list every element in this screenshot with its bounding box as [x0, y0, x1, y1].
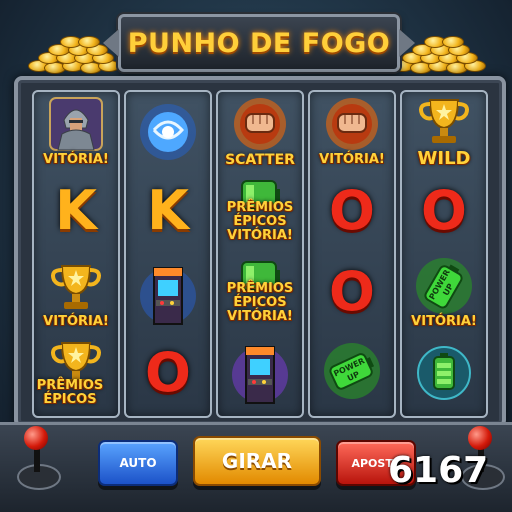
reel-1: VITÓRIA! K VITÓRIA! PRÊMIOS ÉPICOS — [32, 90, 120, 418]
letter-symbol: O — [329, 179, 375, 242]
cell-label: VITÓRIA! — [43, 314, 109, 329]
cell-label: PRÊMIOS ÉPICOS VITÓRIA! — [226, 200, 294, 243]
letter-symbol: K — [147, 179, 189, 242]
reel-2: K O — [124, 90, 212, 418]
reel-5: WILD O POWER UP VITÓRIA! — [400, 90, 488, 418]
reel-cell — [218, 335, 302, 416]
joystick-left — [12, 426, 62, 496]
reel-cell: O — [310, 173, 394, 254]
cell-label: VITÓRIA! — [411, 314, 477, 329]
cell-label: VITÓRIA! — [43, 152, 109, 167]
spin-button[interactable]: GIRAR — [193, 436, 321, 486]
reel-cell: PRÊMIOS ÉPICOS — [34, 335, 118, 416]
reel-cell: O — [402, 173, 486, 254]
cell-label: VITÓRIA! — [319, 152, 385, 167]
reel-cell — [126, 254, 210, 335]
cell-label: PRÊMIOS ÉPICOS VITÓRIA! — [226, 281, 294, 324]
cell-label: WILD — [417, 148, 471, 169]
fire-fist-icon — [326, 98, 378, 150]
reel-cell: POWER UP VITÓRIA! — [402, 254, 486, 335]
reel-cell: O — [310, 254, 394, 335]
letter-symbol: K — [55, 179, 97, 242]
reel-cell: VITÓRIA! — [34, 92, 118, 173]
reel-cell — [126, 92, 210, 173]
reel-3: SCATTER PRÊMIOS ÉPICOS VITÓRIA! PRÊMIOS … — [216, 90, 304, 418]
arcade-cabinet-icon — [232, 346, 288, 404]
power-up-battery-icon: POWER UP — [324, 343, 380, 399]
reel-4: VITÓRIA! O O POWER UP — [308, 90, 396, 418]
letter-symbol: O — [329, 260, 375, 323]
reel-cell: POWER UP — [310, 335, 394, 416]
reel-cell: PRÊMIOS ÉPICOS VITÓRIA! — [218, 254, 302, 335]
reel-cell: O — [126, 335, 210, 416]
game-title: PUNHO DE FOGO — [127, 27, 391, 59]
green-battery-icon — [417, 346, 471, 400]
blue-energy-orb-icon — [140, 104, 196, 160]
reel-cell: VITÓRIA! — [310, 92, 394, 173]
gold-trophy-icon — [419, 99, 469, 143]
reels-frame: VITÓRIA! K VITÓRIA! PRÊMIOS ÉPICOS K O S… — [14, 76, 506, 428]
letter-symbol: O — [421, 179, 467, 242]
reel-cell — [402, 335, 486, 416]
reel-cell: WILD — [402, 92, 486, 173]
armored-warrior-icon — [49, 97, 103, 151]
arcade-cabinet-icon — [140, 267, 196, 325]
reel-cell: K — [126, 173, 210, 254]
reel-cell: VITÓRIA! — [34, 254, 118, 335]
power-up-battery-icon: POWER UP — [416, 258, 472, 314]
slot-game-screen: PUNHO DE FOGO VITÓRIA! K VITÓRIA! PRÊMIO… — [0, 0, 512, 512]
fire-fist-icon — [234, 98, 286, 150]
cell-label: SCATTER — [225, 152, 295, 168]
gold-trophy-icon — [51, 265, 101, 309]
reel-cell: SCATTER — [218, 92, 302, 173]
cell-label: PRÊMIOS ÉPICOS — [36, 378, 104, 407]
reel-cell: K — [34, 173, 118, 254]
auto-button[interactable]: AUTO — [98, 440, 178, 486]
title-banner: PUNHO DE FOGO — [103, 14, 415, 72]
reel-cell: PRÊMIOS ÉPICOS VITÓRIA! — [218, 173, 302, 254]
counter-number: 6167 — [388, 450, 489, 491]
letter-symbol: O — [145, 341, 191, 404]
